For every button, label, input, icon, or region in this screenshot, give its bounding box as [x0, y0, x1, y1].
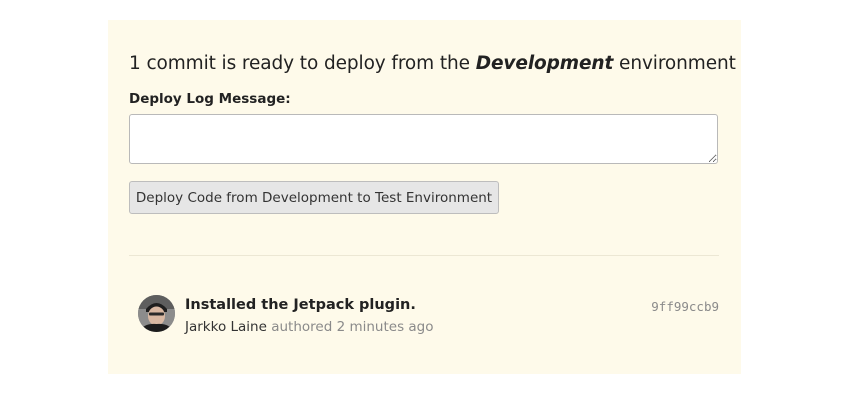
commit-meta: Jarkko Laine authored 2 minutes ago [185, 319, 434, 335]
heading-suffix: environment [619, 53, 736, 74]
user-avatar-icon [138, 295, 175, 332]
deploy-log-label: Deploy Log Message: [129, 91, 291, 107]
author-avatar [138, 295, 175, 332]
commit-authored-time: authored 2 minutes ago [271, 319, 434, 335]
commit-message: Installed the Jetpack plugin. [185, 297, 416, 313]
deploy-heading: 1 commit is ready to deploy from the Dev… [129, 53, 736, 74]
deploy-panel: 1 commit is ready to deploy from the Dev… [108, 20, 741, 374]
commit-author: Jarkko Laine [185, 319, 267, 335]
deploy-log-textarea[interactable] [129, 114, 718, 164]
heading-prefix: 1 commit is ready to deploy from the [129, 53, 470, 74]
commit-hash[interactable]: 9ff99ccb9 [651, 299, 719, 314]
deploy-code-button[interactable]: Deploy Code from Development to Test Env… [129, 181, 499, 214]
section-divider [129, 255, 719, 256]
heading-environment: Development [475, 53, 614, 74]
